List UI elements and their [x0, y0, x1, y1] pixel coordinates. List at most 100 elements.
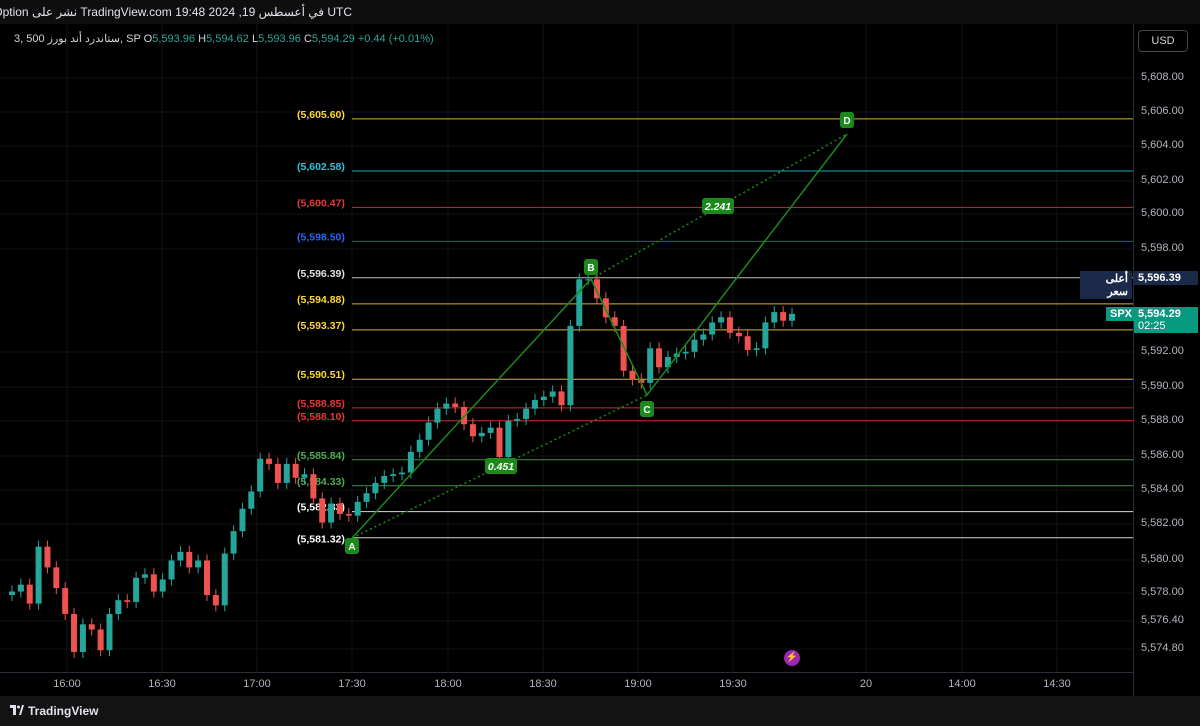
chart-canvas[interactable]: (5,605.60) (5,602.58) (5,600.47) (5,598.50)… — [0, 24, 1133, 696]
candle-body — [416, 439, 423, 452]
legend-low-value: 5,593.96 — [258, 33, 301, 45]
time-tick: 16:30 — [148, 678, 176, 690]
price-tick: 5,590.00 — [1141, 380, 1184, 392]
candle-body — [141, 574, 148, 578]
candle-body — [17, 584, 24, 592]
candle-body — [372, 482, 379, 494]
fib-level-label: (5,602.58) — [297, 161, 345, 173]
price-tick: 5,600.00 — [1141, 207, 1184, 219]
chart-pane[interactable]: (5,605.60) (5,602.58) (5,600.47) (5,598.50)… — [0, 24, 1133, 696]
pattern-point-label: B — [587, 263, 594, 274]
candle-body — [691, 339, 698, 352]
price-tick: 5,602.00 — [1141, 174, 1184, 186]
candle-body — [26, 584, 33, 604]
symbol-legend[interactable]: ستاندرد أند بورز 500 ,3, SP O5,593.96 H5… — [14, 32, 434, 45]
candle-body — [257, 458, 264, 492]
time-tick: 17:30 — [338, 678, 366, 690]
time-tick: 19:30 — [719, 678, 747, 690]
fib-level-label: (5,596.39) — [297, 268, 345, 280]
fib-level-label: (5,585.84) — [297, 450, 345, 462]
legend-symbol: ستاندرد أند بورز 500 ,3 — [14, 33, 120, 45]
candle-body — [177, 551, 184, 561]
candle-body — [780, 312, 787, 321]
time-tick: 14:00 — [948, 678, 976, 690]
candle-body — [399, 472, 405, 475]
candle-body — [682, 351, 689, 354]
time-tick: 14:30 — [1043, 678, 1071, 690]
fib-level-label: (5,593.37) — [297, 320, 345, 332]
flash-icon[interactable]: ⚡ — [784, 650, 800, 666]
candle-body — [523, 408, 530, 420]
pattern-point-label: D — [843, 116, 850, 127]
fib-level-label: (5,588.10) — [297, 411, 345, 423]
price-tick: 5,588.00 — [1141, 414, 1184, 426]
candle-body — [97, 629, 104, 651]
candle-body — [345, 513, 352, 516]
candle-body — [789, 313, 795, 321]
candle-body — [629, 370, 636, 380]
pattern-point-label: A — [348, 542, 355, 553]
candle-body — [168, 560, 175, 580]
countdown: 02:25 — [1138, 320, 1166, 332]
candle-body — [425, 422, 432, 440]
candle-body — [230, 531, 237, 554]
publish-caption: spark_Option نشر على TradingView.com في … — [0, 5, 352, 19]
time-tick: 16:00 — [53, 678, 81, 690]
candle-body — [115, 600, 122, 614]
pattern-point-label: C — [643, 405, 650, 416]
candle-body — [620, 325, 627, 371]
candle-body — [283, 463, 290, 483]
candle-body — [35, 546, 42, 604]
tradingview-logo-icon — [10, 705, 24, 715]
candle-body — [106, 613, 113, 651]
fib-level-label: (5,600.47) — [297, 197, 345, 209]
price-tick: 5,580.00 — [1141, 553, 1184, 565]
candle-body — [443, 403, 450, 409]
publish-caption-bar: spark_Option نشر على TradingView.com في … — [0, 0, 1200, 24]
candle-body — [700, 334, 707, 340]
fib-level-label: (5,590.51) — [297, 369, 345, 381]
price-tick: 5,586.00 — [1141, 449, 1184, 461]
candle-body — [248, 491, 255, 509]
candle-body — [407, 451, 414, 473]
tradingview-brand: TradingView — [28, 704, 99, 718]
candle-body — [531, 400, 538, 409]
candle-body — [656, 348, 663, 368]
legend-open-value: 5,593.96 — [152, 33, 196, 45]
candle-body — [771, 312, 778, 323]
last-price: 5,594.29 — [1138, 308, 1181, 320]
candle-body — [159, 579, 166, 592]
tradingview-logo[interactable]: TradingView — [10, 704, 98, 718]
candle-body — [212, 595, 219, 606]
ratio-bd-label: 2.241 — [704, 201, 731, 213]
high-price-caption: أعلى سعر — [1105, 273, 1128, 298]
candle-body — [390, 474, 397, 476]
candle-body — [354, 501, 361, 516]
legend-open-label: O — [143, 33, 153, 45]
legend-change: +0.44 (+0.01%) — [357, 33, 434, 45]
price-tick: 5,598.00 — [1141, 242, 1184, 254]
legend-close-value: 5,594.29 — [311, 33, 355, 45]
candle-body — [274, 463, 281, 483]
candle-body — [487, 427, 494, 433]
last-symbol-tag: SPX — [1106, 307, 1137, 321]
time-tick: 18:30 — [529, 678, 557, 690]
candle-body — [328, 503, 335, 523]
legend-high-value: 5,594.62 — [206, 33, 249, 45]
candle-body — [9, 591, 15, 595]
fib-level-label: (5,594.88) — [297, 294, 345, 306]
pattern-legs — [351, 133, 848, 539]
candle-body — [726, 317, 733, 333]
currency-button[interactable]: USD — [1138, 30, 1188, 52]
candle-body — [496, 427, 503, 457]
candle-body — [239, 508, 246, 532]
candle-body — [186, 551, 193, 568]
candle-body — [336, 503, 343, 514]
time-tick: 19:00 — [624, 678, 652, 690]
candle-body — [150, 574, 157, 592]
price-tick: 5,576.40 — [1141, 614, 1184, 626]
candle-body — [62, 588, 69, 614]
candle-body — [514, 419, 521, 421]
high-price-value: 5,596.39 — [1134, 271, 1198, 285]
price-tick: 5,608.00 — [1141, 71, 1184, 83]
